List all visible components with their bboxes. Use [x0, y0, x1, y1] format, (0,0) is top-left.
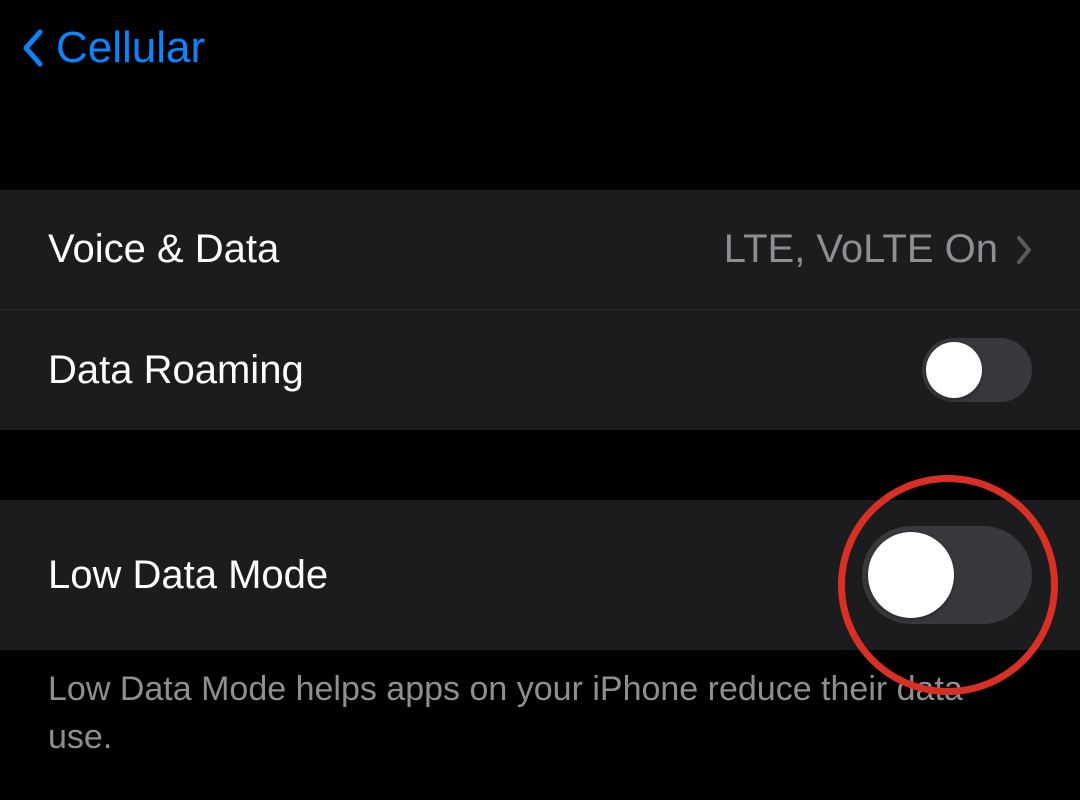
- back-chevron-icon: [20, 28, 44, 68]
- settings-group-1: Voice & Data LTE, VoLTE On Data Roaming: [0, 190, 1080, 430]
- low-data-mode-row: Low Data Mode: [0, 500, 1080, 650]
- nav-bar: Cellular: [0, 0, 1080, 95]
- low-data-mode-toggle[interactable]: [862, 526, 1032, 624]
- toggle-knob: [868, 532, 954, 618]
- voice-data-right: LTE, VoLTE On: [724, 227, 1032, 272]
- voice-data-row[interactable]: Voice & Data LTE, VoLTE On: [0, 190, 1080, 310]
- spacer: [0, 95, 1080, 190]
- back-button[interactable]: Cellular: [20, 23, 205, 73]
- voice-data-value: LTE, VoLTE On: [724, 227, 998, 272]
- data-roaming-row: Data Roaming: [0, 310, 1080, 430]
- data-roaming-toggle[interactable]: [922, 338, 1032, 402]
- data-roaming-label: Data Roaming: [48, 348, 304, 393]
- back-label: Cellular: [56, 23, 205, 73]
- toggle-knob: [926, 342, 982, 398]
- chevron-right-icon: [1016, 235, 1032, 265]
- voice-data-label: Voice & Data: [48, 227, 279, 272]
- low-data-mode-footer: Low Data Mode helps apps on your iPhone …: [0, 650, 1080, 761]
- low-data-mode-label: Low Data Mode: [48, 553, 328, 598]
- settings-group-2: Low Data Mode: [0, 500, 1080, 650]
- spacer: [0, 430, 1080, 500]
